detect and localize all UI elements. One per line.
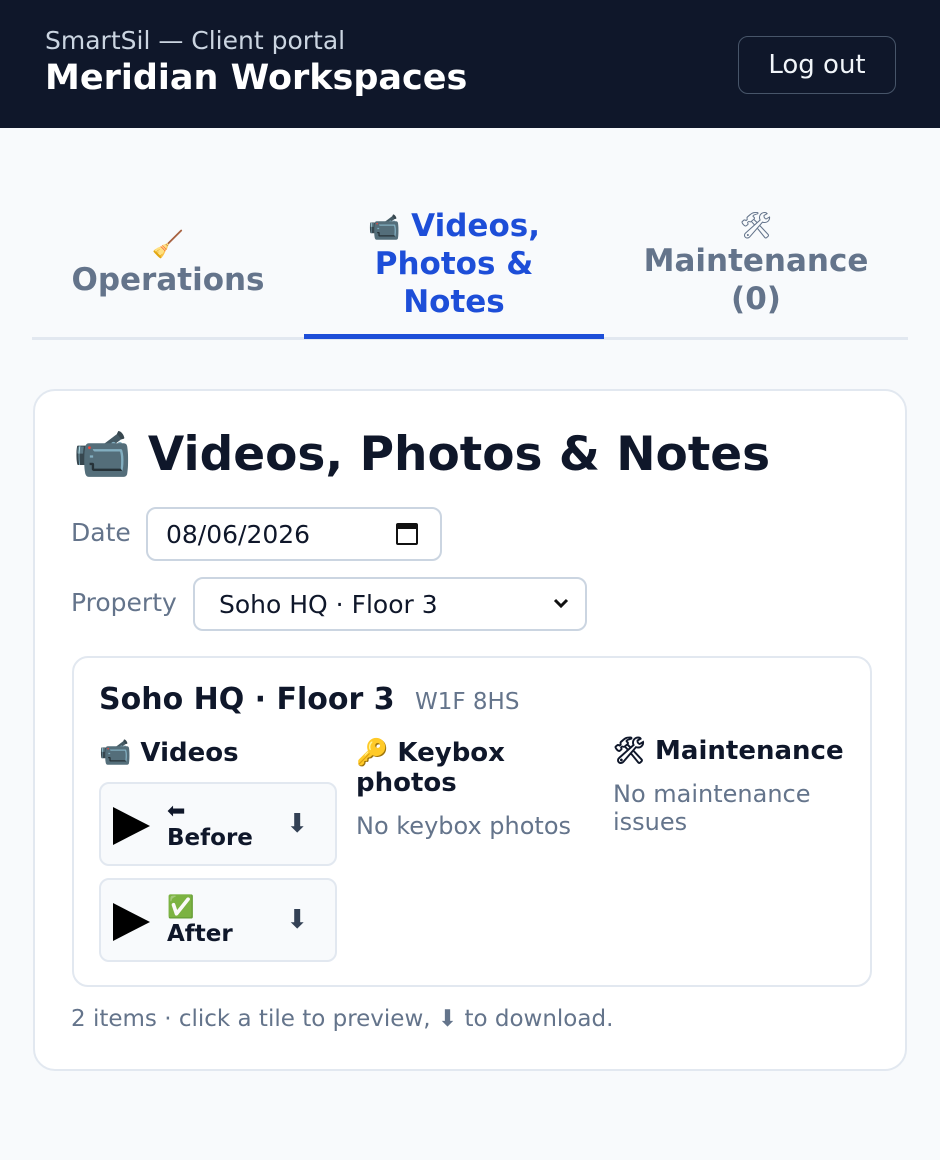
- property-select[interactable]: Soho HQ · Floor 3: [193, 577, 587, 631]
- date-label: Date: [71, 518, 131, 547]
- logout-button[interactable]: Log out: [738, 36, 896, 94]
- property-postcode: W1F 8HS: [415, 689, 520, 715]
- date-input[interactable]: 08/06/2026: [146, 507, 442, 561]
- play-icon: [113, 807, 150, 845]
- keybox-photos-heading: 🔑 Keybox photos: [356, 738, 505, 798]
- items-summary: 2 items · click a tile to preview, ⬇ to …: [71, 1006, 614, 1032]
- video-camera-icon: 📹: [368, 212, 401, 243]
- keybox-empty-text: No keybox photos: [356, 812, 572, 840]
- video-camera-icon: 📹: [73, 427, 132, 482]
- video-tile-before[interactable]: ⬅ Before ⬇: [99, 782, 337, 866]
- tab-maintenance-label: Maintenance (0): [643, 242, 869, 317]
- download-icon[interactable]: ⬇: [286, 906, 308, 934]
- panel-title: 📹 Videos, Photos & Notes: [73, 427, 771, 482]
- tab-videos-photos-notes[interactable]: 📹 Videos, Photos & Notes: [304, 190, 604, 339]
- video-tile-label: ✅ After: [167, 895, 233, 947]
- top-bar: SmartSil — Client portal Meridian Worksp…: [0, 0, 940, 128]
- date-value: 08/06/2026: [166, 519, 311, 549]
- video-tile-after[interactable]: ✅ After ⬇: [99, 878, 337, 962]
- client-name: Meridian Workspaces: [45, 58, 468, 98]
- maintenance-empty-text: No maintenance issues: [613, 780, 811, 836]
- videos-heading: 📹 Videos: [99, 738, 239, 768]
- calendar-icon[interactable]: [396, 523, 418, 545]
- arrow-left-icon: ⬅: [167, 799, 186, 824]
- tab-maintenance[interactable]: 🛠 Maintenance (0): [604, 190, 908, 337]
- media-panel: 📹 Videos, Photos & Notes Date 08/06/2026…: [33, 389, 907, 1071]
- tab-bar: 🧹 Operations 📹 Videos, Photos & Notes 🛠 …: [32, 190, 908, 340]
- chevron-down-icon: [553, 598, 569, 609]
- check-mark-icon: ✅: [167, 895, 195, 920]
- tools-icon: 🛠: [739, 210, 773, 241]
- play-icon: [113, 903, 150, 941]
- property-card: Soho HQ · Floor 3 W1F 8HS 📹 Videos ⬅ Bef…: [72, 656, 872, 987]
- tab-videos-photos-notes-label: 📹 Videos, Photos & Notes: [368, 207, 540, 320]
- maintenance-heading: 🛠 Maintenance: [613, 736, 844, 766]
- download-icon[interactable]: ⬇: [286, 810, 308, 838]
- portal-subtitle: SmartSil — Client portal: [45, 26, 346, 55]
- property-name: Soho HQ · Floor 3: [99, 682, 395, 717]
- property-selected-value: Soho HQ · Floor 3: [219, 589, 438, 619]
- video-tile-label: ⬅ Before: [167, 799, 253, 851]
- tab-operations-label: Operations: [71, 261, 265, 298]
- broom-icon: 🧹: [151, 229, 185, 260]
- tab-operations[interactable]: 🧹 Operations: [32, 190, 304, 337]
- property-label: Property: [71, 588, 177, 617]
